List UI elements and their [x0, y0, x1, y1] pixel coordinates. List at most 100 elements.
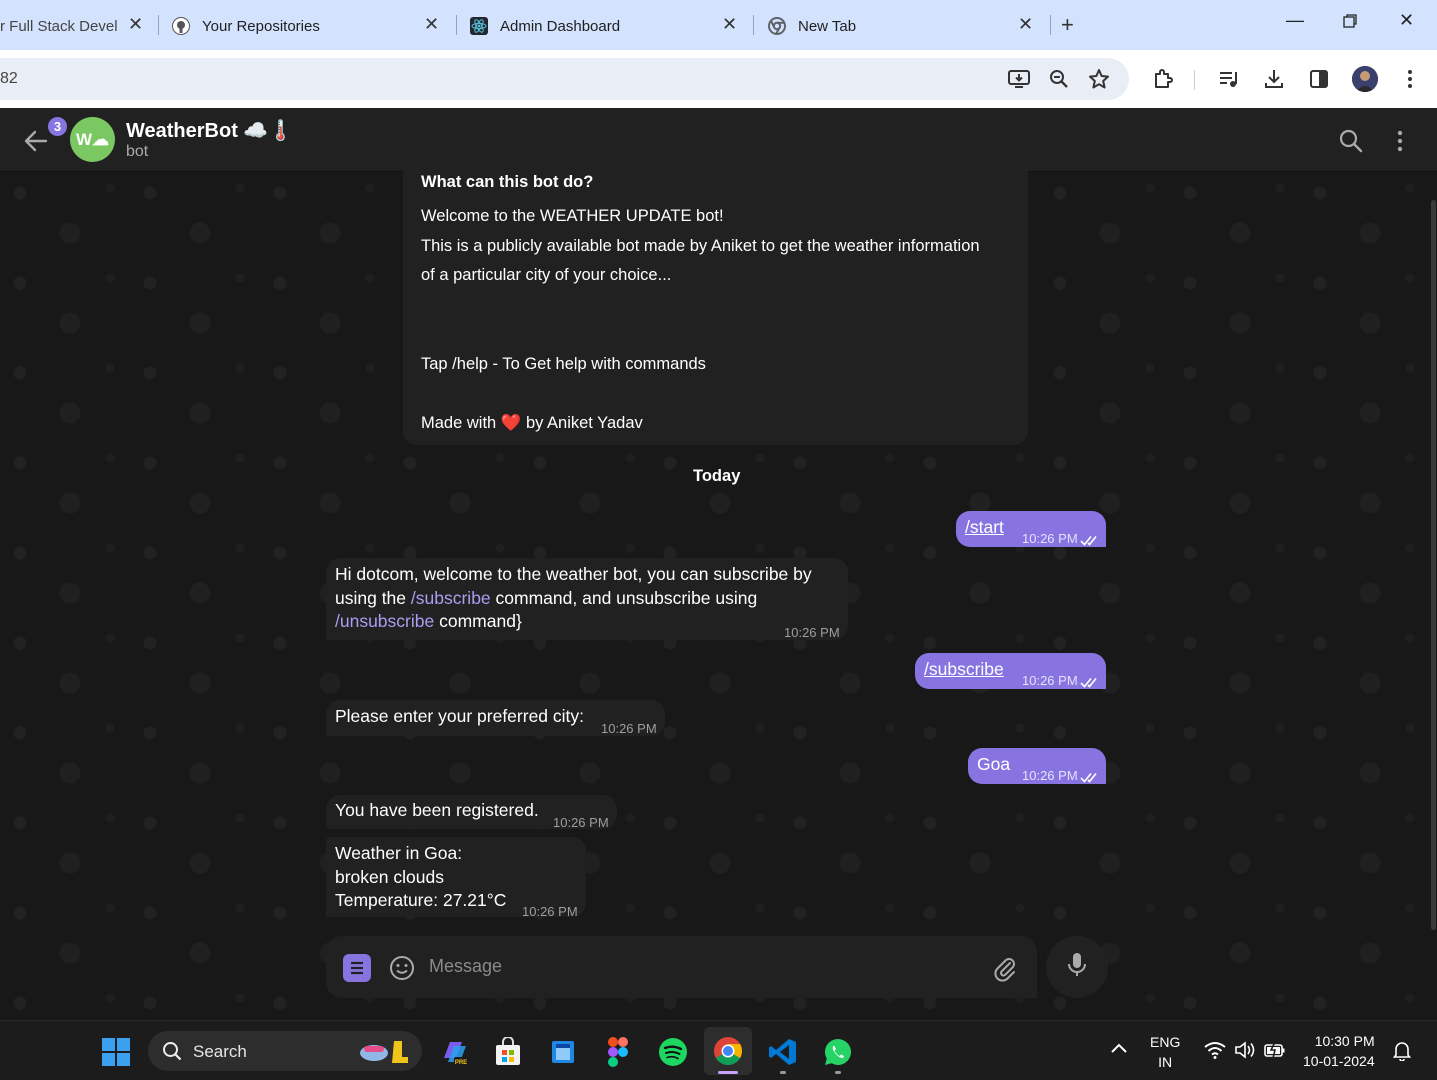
- battery-icon[interactable]: [1264, 1041, 1286, 1062]
- tab-full-stack[interactable]: r Full Stack Devel ✕: [0, 8, 150, 44]
- message-time: 10:26 PM: [553, 815, 609, 830]
- chrome-taskbar-icon[interactable]: [704, 1027, 752, 1075]
- more-options-icon[interactable]: [1390, 128, 1416, 154]
- whatsapp-icon[interactable]: [822, 1036, 854, 1068]
- unread-count-badge: 3: [46, 115, 69, 138]
- file-explorer-icon[interactable]: [547, 1036, 579, 1068]
- message-time: 10:26 PM: [1022, 768, 1078, 783]
- volume-icon[interactable]: [1234, 1041, 1256, 1062]
- intro-heading: What can this bot do?: [421, 173, 594, 191]
- unsubscribe-command-link[interactable]: /unsubscribe: [335, 611, 434, 631]
- message-composer: Message: [326, 936, 1037, 998]
- windows-start-icon[interactable]: [100, 1036, 132, 1068]
- vscode-icon[interactable]: [767, 1036, 799, 1068]
- clock-time: 10:30 PM: [1314, 1033, 1375, 1049]
- browser-menu-icon[interactable]: [1398, 67, 1422, 91]
- message-outgoing[interactable]: /subscribe 10:26 PM: [915, 653, 1106, 689]
- bot-description-card: What can this bot do? Welcome to the WEA…: [403, 165, 1028, 445]
- read-ticks-icon: [1080, 671, 1100, 695]
- extensions-puzzle-icon[interactable]: [1151, 67, 1175, 91]
- subscribe-command-link[interactable]: /subscribe: [411, 588, 491, 608]
- react-icon: [470, 17, 488, 35]
- avatar[interactable]: W☁: [70, 117, 115, 162]
- message-time: 10:26 PM: [522, 904, 578, 919]
- tray-overflow-chevron-icon[interactable]: [1110, 1041, 1128, 1057]
- close-icon[interactable]: ✕: [1018, 14, 1033, 35]
- close-icon[interactable]: ✕: [424, 14, 439, 35]
- message-input[interactable]: Message: [429, 956, 502, 977]
- input-language[interactable]: ENG IN: [1150, 1032, 1180, 1072]
- message-text: Please enter your preferred city:: [335, 706, 585, 726]
- notification-bell-icon[interactable]: [1392, 1041, 1412, 1064]
- running-app-indicator: [780, 1071, 786, 1074]
- intro-line: Welcome to the WEATHER UPDATE bot!: [421, 207, 724, 225]
- tab-your-repositories[interactable]: Your Repositories ✕: [172, 8, 447, 44]
- read-ticks-icon: [1080, 766, 1100, 790]
- message-line: using the /subscribe command, and unsubs…: [335, 587, 812, 611]
- emoji-icon[interactable]: [388, 954, 416, 982]
- tab-title: Admin Dashboard: [500, 17, 621, 35]
- tab-divider: [158, 15, 159, 35]
- window-close-icon[interactable]: ✕: [1399, 10, 1414, 31]
- profile-avatar[interactable]: [1352, 66, 1378, 92]
- message-line: broken clouds: [335, 866, 444, 887]
- message-incoming[interactable]: Hi dotcom, welcome to the weather bot, y…: [326, 558, 848, 640]
- bookmark-star-icon[interactable]: [1087, 67, 1111, 91]
- attach-paperclip-icon[interactable]: [991, 954, 1019, 982]
- download-icon[interactable]: [1262, 67, 1286, 91]
- close-icon[interactable]: ✕: [722, 14, 737, 35]
- tab-admin-dashboard[interactable]: Admin Dashboard ✕: [470, 8, 745, 44]
- date-separator: Today: [693, 467, 741, 485]
- message-time: 10:26 PM: [1022, 531, 1078, 546]
- message-line: Temperature: 27.21°C: [335, 890, 507, 910]
- message-text: Hi dotcom, welcome to the weather bot, y…: [335, 563, 812, 634]
- message-outgoing[interactable]: Goa 10:26 PM: [968, 748, 1106, 784]
- windows-taskbar: Search PRE ENG IN 10:30 PM 10-01-2024: [0, 1020, 1437, 1080]
- message-incoming[interactable]: Please enter your preferred city: 10:26 …: [326, 700, 665, 736]
- command-link[interactable]: /start: [965, 516, 1004, 540]
- chrome-icon: [768, 17, 786, 35]
- message-text: You have been registered.: [335, 800, 539, 820]
- message-incoming[interactable]: You have been registered. 10:26 PM: [326, 795, 617, 830]
- voice-record-button[interactable]: [1046, 936, 1108, 998]
- scrollbar[interactable]: [1431, 200, 1436, 930]
- microsoft-store-icon[interactable]: [492, 1036, 524, 1068]
- install-app-icon[interactable]: [1007, 67, 1031, 91]
- bot-menu-icon[interactable]: [343, 954, 371, 982]
- tab-new-tab[interactable]: New Tab ✕: [768, 8, 1043, 44]
- minimize-icon[interactable]: —: [1286, 10, 1304, 31]
- tab-title: r Full Stack Devel: [0, 17, 118, 35]
- command-link[interactable]: /subscribe: [924, 658, 1004, 682]
- spotify-icon[interactable]: [657, 1036, 689, 1068]
- close-icon[interactable]: ✕: [128, 14, 143, 35]
- copilot-icon[interactable]: PRE: [438, 1036, 470, 1068]
- message-text: Weather in Goa: broken clouds Temperatur…: [335, 842, 506, 913]
- taskbar-search[interactable]: Search: [148, 1031, 422, 1071]
- region-code: IN: [1158, 1054, 1173, 1070]
- tab-divider: [1050, 15, 1051, 35]
- media-queue-icon[interactable]: [1217, 67, 1241, 91]
- browser-toolbar: 82: [0, 50, 1437, 108]
- github-icon: [172, 17, 190, 35]
- address-bar[interactable]: 82: [0, 58, 1129, 100]
- wifi-icon[interactable]: [1204, 1041, 1226, 1062]
- back-arrow-icon[interactable]: [22, 127, 50, 155]
- zoom-icon[interactable]: [1047, 67, 1071, 91]
- microphone-icon: [1065, 951, 1089, 984]
- system-clock[interactable]: 10:30 PM 10-01-2024: [1303, 1031, 1375, 1071]
- message-outgoing[interactable]: /start 10:26 PM: [956, 511, 1106, 547]
- tab-title: New Tab: [798, 17, 857, 35]
- message-time: 10:26 PM: [1022, 673, 1078, 688]
- heart-icon: ❤️: [500, 414, 522, 432]
- search-icon[interactable]: [1338, 128, 1364, 154]
- message-incoming[interactable]: Weather in Goa: broken clouds Temperatur…: [326, 837, 586, 919]
- chat-title[interactable]: WeatherBot ☁️🌡️: [126, 118, 293, 143]
- clock-date: 10-01-2024: [1303, 1053, 1375, 1069]
- new-tab-plus-icon[interactable]: +: [1061, 12, 1074, 38]
- toolbar-divider: [1194, 70, 1195, 90]
- figma-icon[interactable]: [602, 1036, 634, 1068]
- side-panel-icon[interactable]: [1307, 67, 1331, 91]
- search-icon: [162, 1041, 182, 1066]
- restore-icon[interactable]: [1342, 13, 1358, 34]
- active-app-indicator: [718, 1071, 738, 1074]
